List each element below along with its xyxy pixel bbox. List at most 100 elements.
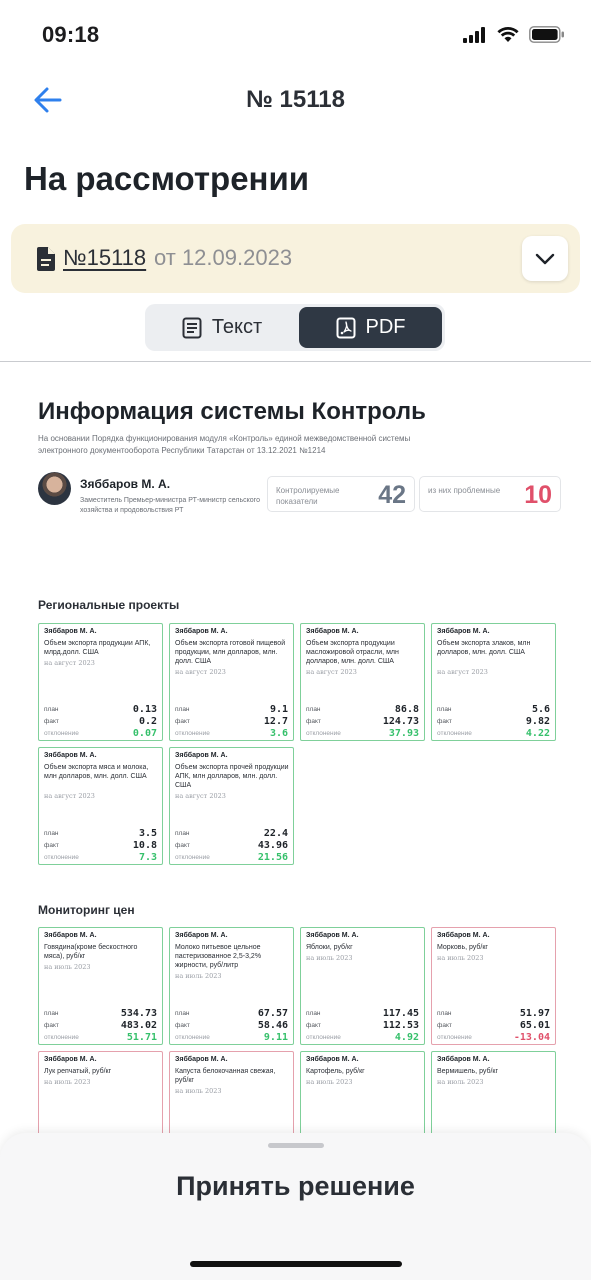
- card-deviation-label: отклонение: [175, 1034, 210, 1041]
- pdf-title: Информация системы Контроль: [38, 398, 426, 425]
- card-deviation-row: отклонение 9.11: [175, 1032, 288, 1044]
- card-period: на июль 2023: [306, 954, 353, 962]
- card-fact-row: факт 12.7: [175, 716, 288, 728]
- card-deviation-row: отклонение 0.07: [44, 728, 157, 740]
- nav-bar: № 15118: [0, 78, 591, 124]
- card-deviation-row: отклонение 51.71: [44, 1032, 157, 1044]
- document-number-link[interactable]: №15118: [63, 245, 146, 271]
- card-fact-label: факт: [306, 718, 321, 725]
- card-deviation-label: отклонение: [175, 854, 210, 861]
- card-fact-value: 483.02: [120, 1020, 157, 1031]
- indicator-card[interactable]: Зяббаров М. А. Морковь, руб/кг на июль 202…: [431, 927, 556, 1045]
- card-period: на август 2023: [44, 659, 95, 667]
- card-fact-label: факт: [175, 718, 190, 725]
- card-fact-row: факт 65.01: [437, 1020, 550, 1032]
- card-period: на июль 2023: [437, 954, 484, 962]
- card-deviation-label: отклонение: [306, 1034, 341, 1041]
- status-icons: [463, 26, 565, 43]
- card-deviation-label: отклонение: [175, 730, 210, 737]
- card-deviation-label: отклонение: [44, 1034, 79, 1041]
- cellular-signal-icon: [463, 26, 485, 43]
- card-plan-label: план: [175, 830, 190, 837]
- card-fact-row: факт 58.46: [175, 1020, 288, 1032]
- card-fact-label: факт: [44, 718, 59, 725]
- card-indicator-name: Морковь, руб/кг: [437, 944, 488, 951]
- card-period: на июль 2023: [437, 1078, 484, 1086]
- card-deviation-label: отклонение: [437, 1034, 472, 1041]
- card-person-name: Зяббаров М. А.: [437, 932, 490, 939]
- battery-icon: [529, 26, 564, 43]
- card-fact-row: факт 10.8: [44, 840, 157, 852]
- card-plan-value: 86.8: [394, 704, 419, 715]
- indicator-card[interactable]: Зяббаров М. А. Объем экспорта готовой пищ…: [169, 623, 294, 741]
- card-fact-row: факт 124.73: [306, 716, 419, 728]
- indicator-card[interactable]: Зяббаров М. А. Объем экспорта мяса и моло…: [38, 747, 163, 865]
- card-fact-label: факт: [437, 718, 452, 725]
- card-fact-value: 65.01: [519, 1020, 550, 1031]
- card-plan-label: план: [306, 1010, 321, 1017]
- card-fact-value: 124.73: [382, 716, 419, 727]
- card-fact-value: 0.2: [138, 716, 157, 727]
- card-plan-row: план 534.73: [44, 1008, 157, 1020]
- indicator-card[interactable]: Зяббаров М. А. Объем экспорта продукции м…: [300, 623, 425, 741]
- card-plan-value: 3.5: [138, 828, 157, 839]
- card-period: на август 2023: [306, 668, 357, 676]
- card-indicator-name: Картофель, руб/кг: [306, 1068, 365, 1075]
- tab-text-label: Текст: [211, 316, 263, 338]
- indicator-card[interactable]: Зяббаров М. А. Объем экспорта прочей прод…: [169, 747, 294, 865]
- wifi-icon: [497, 26, 519, 42]
- indicator-card[interactable]: Зяббаров М. А. Молоко питьевое цельное па…: [169, 927, 294, 1045]
- card-fact-row: факт 0.2: [44, 716, 157, 728]
- card-indicator-name: Объем экспорта прочей продукции АПК, млн…: [175, 764, 289, 789]
- card-deviation-row: отклонение 21.56: [175, 852, 288, 864]
- tab-text[interactable]: Текст: [148, 307, 296, 348]
- tab-pdf-label: PDF: [365, 316, 406, 338]
- pdf-viewer[interactable]: Информация системы Контроль На основании…: [0, 362, 591, 1162]
- card-deviation-row: отклонение 4.92: [306, 1032, 419, 1044]
- card-deviation-label: отклонение: [44, 730, 79, 737]
- card-plan-row: план 3.5: [44, 828, 157, 840]
- card-person-name: Зяббаров М. А.: [175, 1056, 228, 1063]
- card-fact-row: факт 9.82: [437, 716, 550, 728]
- home-indicator: [190, 1261, 402, 1267]
- make-decision-button[interactable]: Принять решение: [0, 1171, 591, 1202]
- card-period: на июль 2023: [175, 1087, 222, 1095]
- view-switcher: Текст PDF: [145, 304, 445, 351]
- card-fact-label: факт: [175, 842, 190, 849]
- card-person-name: Зяббаров М. А.: [306, 1056, 359, 1063]
- tab-pdf[interactable]: PDF: [299, 307, 442, 348]
- card-deviation-label: отклонение: [437, 730, 472, 737]
- card-indicator-name: Молоко питьевое цельное пастеризованное …: [175, 944, 262, 969]
- card-indicator-name: Вермишель, руб/кг: [437, 1068, 499, 1075]
- card-indicator-name: Объем экспорта продукции масложировой от…: [306, 640, 399, 665]
- text-document-icon: [182, 317, 202, 338]
- expand-button[interactable]: [522, 236, 568, 281]
- card-indicator-name: Капуста белокочанная свежая, руб/кг: [175, 1068, 276, 1084]
- card-deviation-value: 7.3: [138, 852, 157, 863]
- indicator-card[interactable]: Зяббаров М. А. Говядина(кроме бескостного…: [38, 927, 163, 1045]
- card-plan-value: 51.97: [519, 1008, 550, 1019]
- indicator-card[interactable]: Зяббаров М. А. Объем экспорта злаков, млн…: [431, 623, 556, 741]
- card-plan-value: 67.57: [257, 1008, 288, 1019]
- card-plan-row: план 22.4: [175, 828, 288, 840]
- card-indicator-name: Объем экспорта готовой пищевой продукции…: [175, 640, 286, 665]
- card-plan-label: план: [437, 1010, 452, 1017]
- card-person-name: Зяббаров М. А.: [44, 628, 97, 635]
- card-plan-row: план 117.45: [306, 1008, 419, 1020]
- card-plan-row: план 9.1: [175, 704, 288, 716]
- sheet-grabber[interactable]: [268, 1143, 324, 1148]
- person-name: Зяббаров М. А.: [80, 477, 171, 491]
- kpi-controlled-value: 42: [378, 481, 406, 509]
- card-plan-label: план: [306, 706, 321, 713]
- card-period: на август 2023: [175, 792, 226, 800]
- card-plan-row: план 67.57: [175, 1008, 288, 1020]
- card-person-name: Зяббаров М. А.: [44, 932, 97, 939]
- card-deviation-value: 37.93: [388, 728, 419, 739]
- card-deviation-value: 4.22: [525, 728, 550, 739]
- indicator-card[interactable]: Зяббаров М. А. Яблоки, руб/кг на июль 2023…: [300, 927, 425, 1045]
- card-plan-row: план 0.13: [44, 704, 157, 716]
- card-indicator-name: Объем экспорта мяса и молока, млн доллар…: [44, 764, 149, 780]
- indicator-card[interactable]: Зяббаров М. А. Объем экспорта продукции А…: [38, 623, 163, 741]
- card-plan-label: план: [175, 706, 190, 713]
- avatar: [38, 472, 71, 505]
